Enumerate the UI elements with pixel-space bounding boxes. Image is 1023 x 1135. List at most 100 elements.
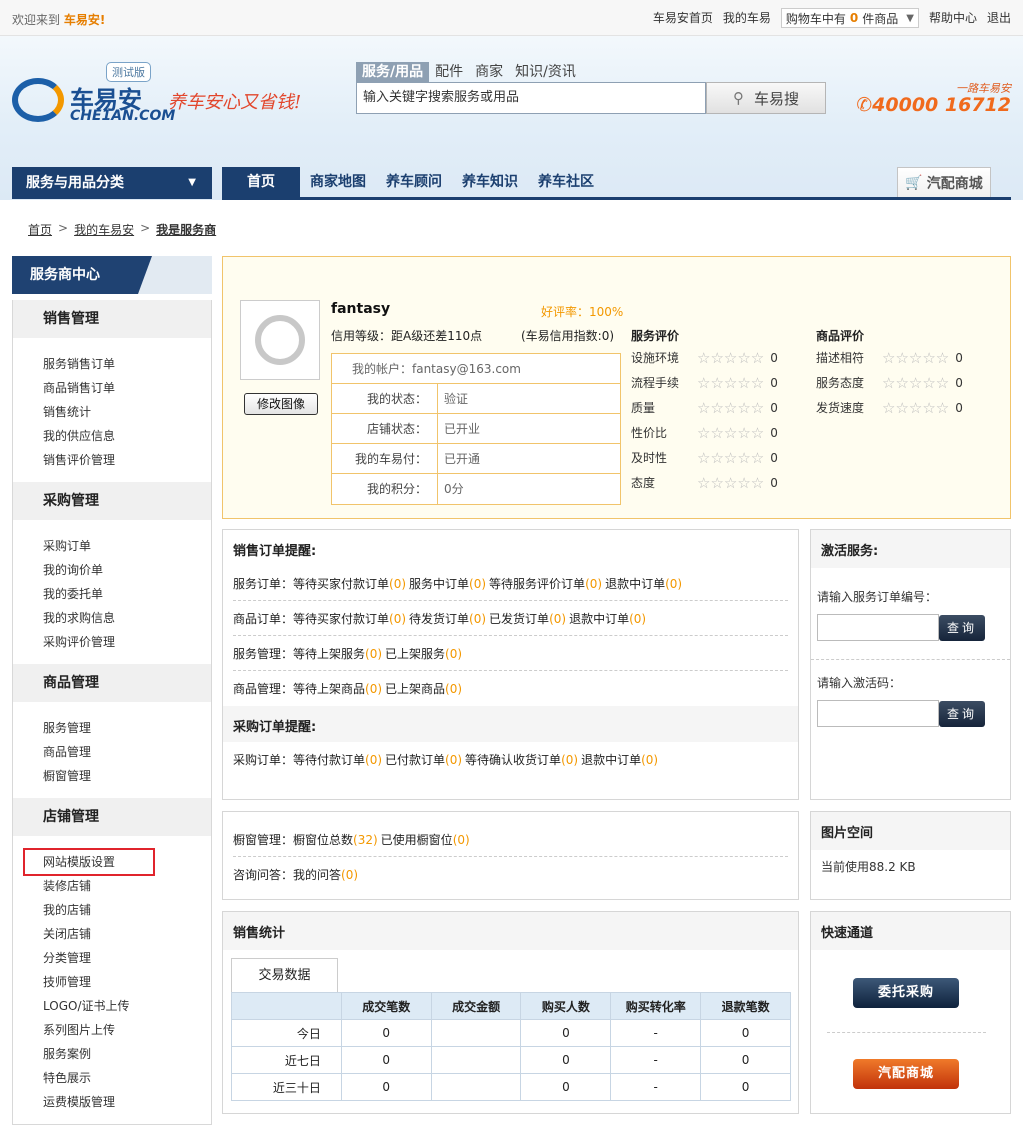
reminder-link[interactable]: 已使用橱窗位(0) — [381, 831, 470, 848]
search-tab-knowledge[interactable]: 知识/资讯 — [509, 62, 582, 82]
help-link[interactable]: 帮助中心 — [929, 8, 977, 28]
reminder-count: (0) — [452, 832, 470, 847]
edit-avatar-button[interactable]: 修改图像 — [244, 393, 318, 415]
credit-index: (车易信用指数:0) — [521, 329, 615, 343]
breadcrumb-home[interactable]: 首页 — [28, 221, 52, 238]
quick-btn-wrap: 委托采购 — [811, 950, 1010, 1008]
rating-value: 0 — [770, 450, 778, 465]
reminder-link[interactable]: 等待上架服务(0) — [293, 645, 382, 662]
search-tab-services[interactable]: 服务/用品 — [356, 62, 430, 82]
sidebar-item-logo-upload[interactable]: LOGO/证书上传 — [43, 994, 211, 1018]
order-number-input[interactable] — [817, 614, 939, 641]
reminder-link[interactable]: 已发货订单(0) — [489, 610, 566, 627]
sidebar-item-inquiries[interactable]: 我的询价单 — [43, 558, 211, 582]
nav-items: 首页 商家地图 养车顾问 养车知识 养车社区 — [222, 167, 604, 200]
sidebar-item-purchase-orders[interactable]: 采购订单 — [43, 534, 211, 558]
sidebar-item-shipping-templates[interactable]: 运费模版管理 — [43, 1090, 211, 1114]
reminder-link[interactable]: 等待付款订单(0) — [293, 751, 382, 768]
tab-transaction-data[interactable]: 交易数据 — [231, 958, 338, 992]
sidebar-item-service-mgmt[interactable]: 服务管理 — [43, 716, 211, 740]
breadcrumb-separator: > — [58, 221, 69, 235]
sidebar-item-product-sales-orders[interactable]: 商品销售订单 — [43, 376, 211, 400]
sidebar-item-features[interactable]: 特色展示 — [43, 1066, 211, 1090]
sidebar-item-purchase-reviews[interactable]: 采购评价管理 — [43, 630, 211, 654]
reminder-link[interactable]: 等待上架商品(0) — [293, 680, 382, 697]
sidebar-item-decorate-store[interactable]: 装修店铺 — [43, 874, 211, 898]
parts-mall-button[interactable]: 🛒 汽配商城 — [897, 167, 991, 197]
table-cell — [430, 1019, 522, 1047]
sidebar-item-categories[interactable]: 分类管理 — [43, 946, 211, 970]
rating-row: 性价比 ☆☆☆☆☆ 0 — [631, 420, 778, 445]
reminder-link[interactable]: 等待买家付款订单(0) — [293, 610, 406, 627]
reminder-link[interactable]: 退款中订单(0) — [569, 610, 646, 627]
reminder-link[interactable]: 橱窗位总数(32) — [293, 831, 378, 848]
sidebar-item-close-store[interactable]: 关闭店铺 — [43, 922, 211, 946]
reminder-link[interactable]: 退款中订单(0) — [581, 751, 658, 768]
nav-home[interactable]: 首页 — [222, 167, 300, 200]
purchase-reminder-rows: 采购订单： 等待付款订单(0) 已付款订单(0) 等待确认收货订单(0) 退款中订单(0… — [223, 742, 798, 777]
sidebar-item-my-store[interactable]: 我的店铺 — [43, 898, 211, 922]
main-nav: 服务与用品分类 ▼ 首页 商家地图 养车顾问 养车知识 养车社区 🛒 汽配商城 — [12, 167, 1011, 201]
cart-dropdown[interactable]: 购物车中有 0 件商品 ▼ — [780, 8, 919, 28]
sidebar-item-series-images[interactable]: 系列图片上传 — [43, 1018, 211, 1042]
order-number-row: 查询 — [817, 614, 1004, 641]
commission-purchase-button[interactable]: 委托采购 — [853, 978, 959, 1008]
query-order-button[interactable]: 查询 — [939, 614, 985, 641]
rating-row: 质量 ☆☆☆☆☆ 0 — [631, 395, 778, 420]
nav-car-community[interactable]: 养车社区 — [528, 167, 604, 197]
table-header-cell: 成交笔数 — [340, 992, 432, 1020]
sidebar-item-template-settings[interactable]: 网站模版设置 — [23, 848, 155, 876]
sidebar-item-requests[interactable]: 我的求购信息 — [43, 606, 211, 630]
reminder-link[interactable]: 已上架商品(0) — [385, 680, 462, 697]
search-input[interactable]: 输入关键字搜索服务或用品 — [356, 82, 706, 114]
sidebar: 服务商中心 销售管理 服务销售订单 商品销售订单 销售统计 我的供应信息 销售评… — [12, 256, 212, 1125]
sidebar-item-supply-info[interactable]: 我的供应信息 — [43, 424, 211, 448]
breadcrumb-current[interactable]: 我是服务商 — [156, 221, 216, 238]
home-link[interactable]: 车易安首页 — [653, 8, 713, 28]
nav-car-knowledge[interactable]: 养车知识 — [452, 167, 528, 197]
reminder-link[interactable]: 待发货订单(0) — [409, 610, 486, 627]
sidebar-item-commissions[interactable]: 我的委托单 — [43, 582, 211, 606]
reminder-link[interactable]: 等待买家付款订单(0) — [293, 575, 406, 592]
sidebar-list-goods: 服务管理 商品管理 橱窗管理 — [13, 702, 211, 798]
site-logo[interactable]: 车易安 CHE1AN.COM 测试版 — [12, 62, 175, 126]
rating-value: 0 — [955, 375, 963, 390]
welcome-brand[interactable]: 车易安! — [64, 13, 105, 27]
sidebar-item-sales-reviews[interactable]: 销售评价管理 — [43, 448, 211, 472]
sidebar-item-service-sales-orders[interactable]: 服务销售订单 — [43, 352, 211, 376]
query-code-button[interactable]: 查询 — [939, 700, 985, 727]
reminder-link[interactable]: 退款中订单(0) — [605, 575, 682, 592]
star-rating-icon: ☆☆☆☆☆ — [697, 448, 765, 467]
activation-code-input[interactable] — [817, 700, 939, 727]
reminder-link[interactable]: 等待服务评价订单(0) — [489, 575, 602, 592]
parts-mall-quick-button[interactable]: 汽配商城 — [853, 1059, 959, 1089]
reminder-link[interactable]: 已上架服务(0) — [385, 645, 462, 662]
logout-link[interactable]: 退出 — [987, 8, 1011, 28]
reminder-link[interactable]: 已付款订单(0) — [385, 751, 462, 768]
nav-merchant-map[interactable]: 商家地图 — [300, 167, 376, 197]
reminder-link[interactable]: 我的问答(0) — [293, 866, 358, 883]
reminder-link[interactable]: 服务中订单(0) — [409, 575, 486, 592]
rating-value: 0 — [770, 475, 778, 490]
search-tab-parts[interactable]: 配件 — [429, 62, 469, 82]
nav-underline — [222, 197, 1011, 200]
reminder-link[interactable]: 等待确认收货订单(0) — [465, 751, 578, 768]
breadcrumb-my-account[interactable]: 我的车易安 — [74, 221, 134, 238]
sidebar-item-service-cases[interactable]: 服务案例 — [43, 1042, 211, 1066]
search-tab-merchants[interactable]: 商家 — [469, 62, 509, 82]
nav-car-advisor[interactable]: 养车顾问 — [376, 167, 452, 197]
star-rating-icon: ☆☆☆☆☆ — [882, 373, 950, 392]
search-button[interactable]: ⚲ 车易搜 — [706, 82, 826, 114]
reminder-link-text: 退款中订单 — [605, 576, 666, 591]
reminder-label: 商品订单： — [233, 611, 294, 626]
sidebar-item-sales-stats[interactable]: 销售统计 — [43, 400, 211, 424]
reminder-row: 商品订单： 等待买家付款订单(0) 待发货订单(0) 已发货订单(0) 退款中订单(0) — [233, 601, 788, 636]
my-account-link[interactable]: 我的车易 — [723, 8, 771, 28]
table-cell: 0 — [340, 1019, 432, 1047]
sidebar-item-technicians[interactable]: 技师管理 — [43, 970, 211, 994]
sidebar-item-product-mgmt[interactable]: 商品管理 — [43, 740, 211, 764]
table-header-cell — [231, 992, 342, 1020]
sidebar-item-showcase-mgmt[interactable]: 橱窗管理 — [43, 764, 211, 788]
sidebar-body: 销售管理 服务销售订单 商品销售订单 销售统计 我的供应信息 销售评价管理 采购… — [12, 300, 212, 1125]
category-menu-button[interactable]: 服务与用品分类 ▼ — [12, 167, 212, 199]
